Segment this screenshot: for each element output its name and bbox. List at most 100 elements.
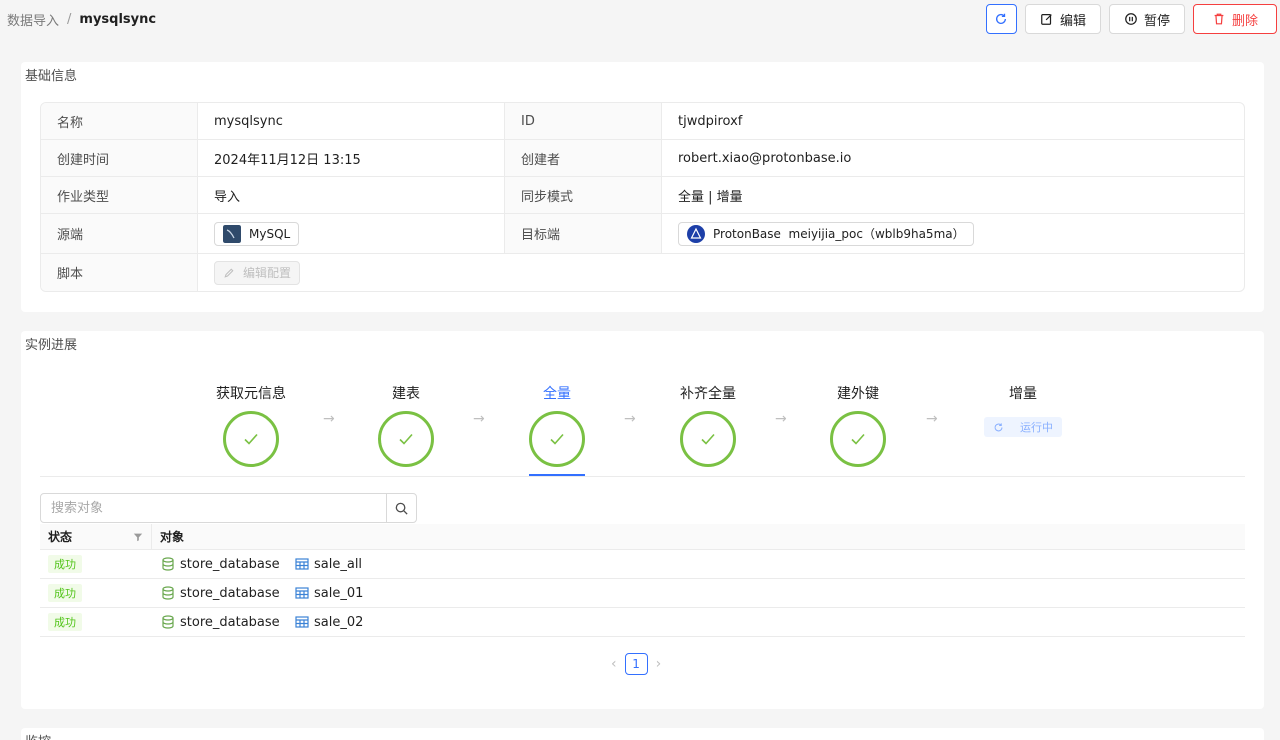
database-icon bbox=[162, 557, 174, 571]
mysql-logo-icon bbox=[223, 224, 241, 243]
table-row: 成功 store_database sale_all bbox=[40, 550, 1245, 579]
step-label: 补齐全量 bbox=[680, 386, 736, 402]
basic-info-title: 基础信息 bbox=[25, 69, 78, 84]
source-cell: MySQL bbox=[198, 214, 505, 253]
target-cell: ProtonBase meiyijia_poc（wblb9ha5ma） bbox=[662, 214, 1244, 253]
page-number-button[interactable]: 1 bbox=[624, 653, 648, 675]
step-arrow: → bbox=[926, 411, 938, 427]
syncmode-value: 全量 | 增量 bbox=[678, 189, 743, 205]
monitor-card: 监控 bbox=[21, 728, 1264, 740]
check-icon bbox=[550, 433, 564, 445]
loading-icon bbox=[994, 422, 1003, 431]
status-badge: 成功 bbox=[48, 584, 82, 602]
source-label: 源端 bbox=[41, 214, 198, 253]
steps-divider bbox=[40, 476, 1245, 477]
status-badge: 成功 bbox=[48, 555, 82, 573]
source-chip[interactable]: MySQL bbox=[214, 221, 300, 246]
breadcrumb: 数据导入 / mysqlsync bbox=[7, 10, 156, 29]
step-arrow: → bbox=[624, 411, 636, 427]
jobtype-value: 导入 bbox=[198, 177, 505, 213]
status-column-header: 状态 bbox=[40, 524, 152, 549]
search-input[interactable] bbox=[41, 494, 386, 522]
name-value: mysqlsync bbox=[198, 103, 505, 139]
prev-page-button[interactable]: ‹ bbox=[611, 656, 617, 672]
jobtype-label: 作业类型 bbox=[41, 177, 198, 213]
progress-title: 实例进展 bbox=[25, 338, 78, 353]
step-full[interactable]: 全量 bbox=[497, 383, 617, 467]
step-complete-circle bbox=[830, 411, 886, 467]
edit-button-label: 编辑 bbox=[1059, 13, 1086, 29]
step-arrow: → bbox=[775, 411, 787, 427]
database-icon bbox=[162, 586, 174, 600]
step-complete-circle bbox=[529, 411, 585, 467]
running-badge: 运行中 bbox=[984, 417, 1062, 437]
script-label: 脚本 bbox=[41, 254, 198, 291]
database-icon bbox=[162, 615, 174, 629]
step-create-table[interactable]: 建表 bbox=[346, 383, 466, 467]
progress-steps: 获取元信息 → 建表 → 全量 → 补齐全量 → 建外键 → 增量 运行中 bbox=[21, 383, 1264, 479]
refresh-button[interactable] bbox=[985, 4, 1017, 34]
status-header-label: 状态 bbox=[48, 530, 73, 544]
delete-button-label: 删除 bbox=[1231, 13, 1258, 29]
creator-label: 创建者 bbox=[505, 140, 662, 176]
table-name: sale_02 bbox=[314, 614, 364, 630]
created-value: 2024年11月12日 13:15 bbox=[198, 140, 505, 176]
refresh-icon bbox=[996, 13, 1007, 24]
monitor-title: 监控 bbox=[25, 731, 51, 740]
database-name: store_database bbox=[180, 614, 280, 630]
top-bar: 数据导入 / mysqlsync 编辑 暂停 删除 bbox=[0, 0, 1280, 40]
object-search bbox=[40, 493, 417, 523]
edit-button[interactable]: 编辑 bbox=[1024, 4, 1101, 34]
table-icon bbox=[295, 616, 309, 628]
target-chip-label: ProtonBase meiyijia_poc（wblb9ha5ma） bbox=[713, 227, 965, 241]
step-foreign-keys[interactable]: 建外键 bbox=[798, 383, 918, 467]
check-icon bbox=[399, 433, 413, 445]
table-icon bbox=[295, 558, 309, 570]
protonbase-logo-icon bbox=[687, 224, 705, 243]
next-page-button[interactable]: › bbox=[656, 656, 662, 672]
created-label: 创建时间 bbox=[41, 140, 198, 176]
creator-value: robert.xiao@protonbase.io bbox=[678, 150, 852, 166]
table-name: sale_01 bbox=[314, 585, 364, 601]
pagination: ‹ 1 › bbox=[611, 653, 661, 675]
edit-config-button[interactable]: 编辑配置 bbox=[214, 260, 301, 285]
step-complete-circle bbox=[223, 411, 279, 467]
step-label: 全量 bbox=[543, 386, 571, 402]
step-label: 获取元信息 bbox=[216, 386, 286, 402]
pause-button-label: 暂停 bbox=[1143, 13, 1170, 29]
table-name: sale_all bbox=[314, 556, 363, 572]
trash-icon bbox=[1214, 13, 1224, 25]
filter-icon[interactable] bbox=[133, 532, 143, 542]
breadcrumb-separator: / bbox=[67, 12, 72, 27]
breadcrumb-parent[interactable]: 数据导入 bbox=[7, 10, 59, 29]
search-button[interactable] bbox=[386, 494, 416, 522]
database-name: store_database bbox=[180, 585, 280, 601]
step-complete-circle bbox=[680, 411, 736, 467]
step-fill-full[interactable]: 补齐全量 bbox=[648, 383, 768, 467]
delete-button[interactable]: 删除 bbox=[1192, 4, 1277, 34]
step-arrow: → bbox=[323, 411, 335, 427]
status-badge: 成功 bbox=[48, 613, 82, 631]
step-incremental[interactable]: 增量 运行中 bbox=[963, 383, 1083, 437]
source-chip-label: MySQL bbox=[249, 226, 291, 241]
syncmode-label: 同步模式 bbox=[505, 177, 662, 213]
search-icon bbox=[395, 502, 408, 515]
breadcrumb-current: mysqlsync bbox=[79, 12, 157, 27]
table-row: 成功 store_database sale_01 bbox=[40, 579, 1245, 608]
info-row: 源端 MySQL 目标端 ProtonBase meiyijia_poc（wbl… bbox=[41, 214, 1244, 254]
step-complete-circle bbox=[378, 411, 434, 467]
pause-button[interactable]: 暂停 bbox=[1108, 4, 1185, 34]
running-label: 运行中 bbox=[1020, 421, 1053, 434]
id-value: tjwdpiroxf bbox=[678, 113, 743, 129]
target-chip[interactable]: ProtonBase meiyijia_poc（wblb9ha5ma） bbox=[678, 221, 974, 246]
progress-card: 实例进展 获取元信息 → 建表 → 全量 → 补齐全量 → 建外键 → 增量 运… bbox=[21, 331, 1264, 709]
info-row: 名称 mysqlsync ID tjwdpiroxf bbox=[41, 103, 1244, 140]
check-icon bbox=[701, 433, 715, 445]
step-label: 建外键 bbox=[837, 386, 879, 402]
table-header: 状态 对象 bbox=[40, 524, 1245, 550]
action-bar: 编辑 暂停 删除 bbox=[985, 4, 1277, 34]
target-label: 目标端 bbox=[505, 214, 662, 253]
info-row: 脚本 编辑配置 bbox=[41, 254, 1244, 291]
step-label: 建表 bbox=[392, 386, 420, 402]
step-fetch-metadata[interactable]: 获取元信息 bbox=[191, 383, 311, 467]
